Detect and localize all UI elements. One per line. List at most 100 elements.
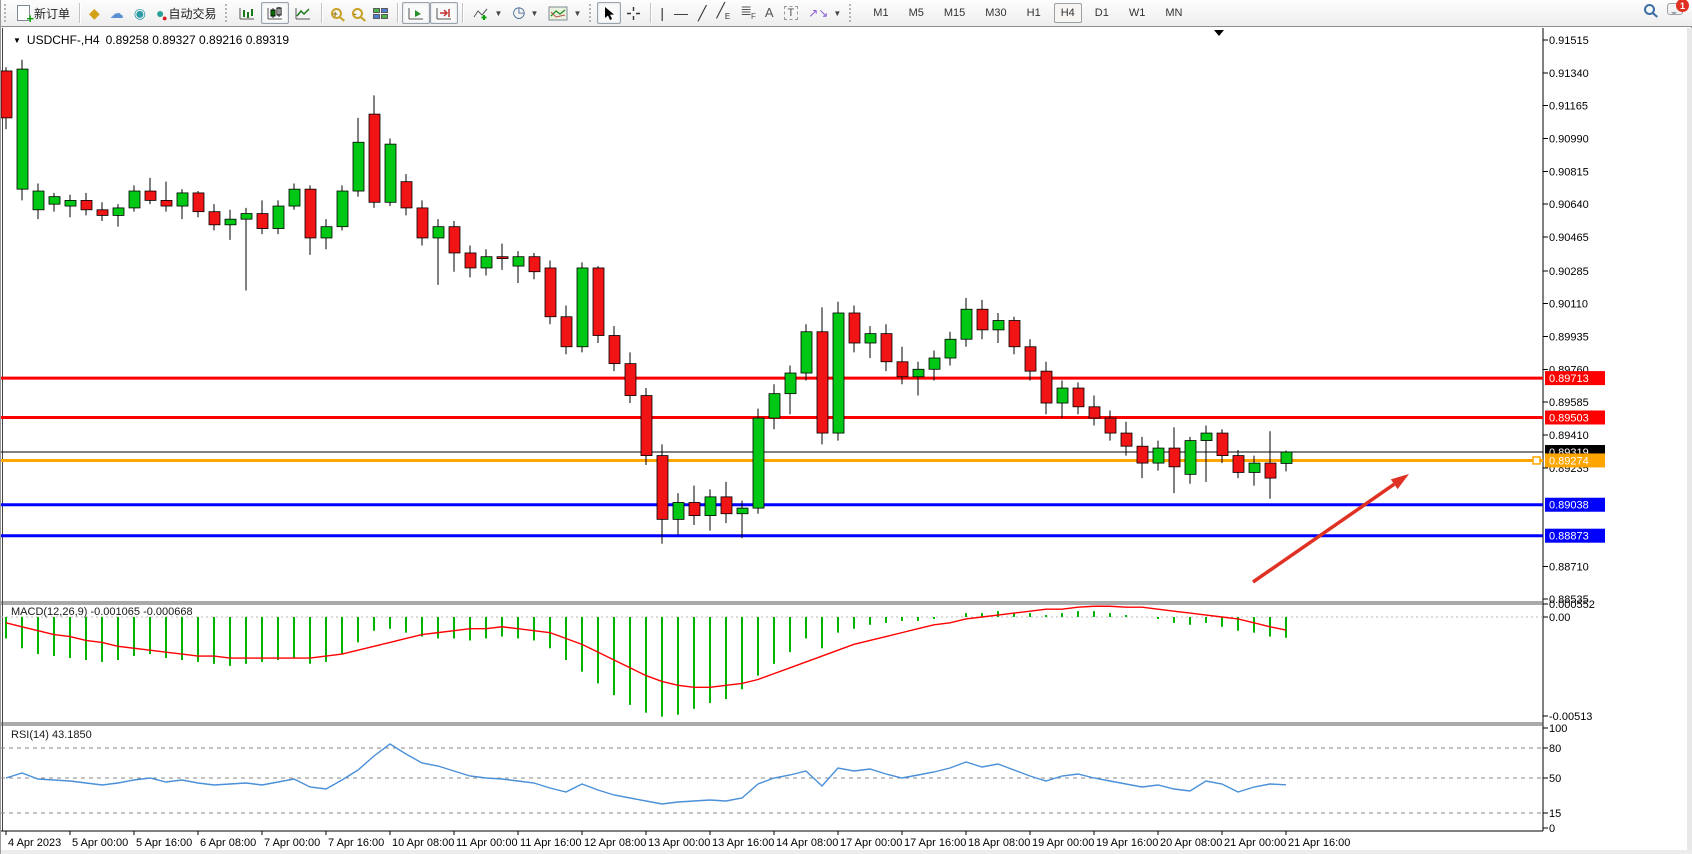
chart-title: ▼ USDCHF-,H4 0.89258 0.89327 0.89216 0.8…	[13, 33, 289, 47]
vertical-line-button[interactable]: |	[655, 2, 669, 24]
toolbar-grip[interactable]	[225, 4, 230, 22]
rsi-axis-label: 0	[1549, 823, 1555, 835]
candle-body	[1, 71, 12, 118]
toolbar-separator	[397, 3, 398, 23]
price-badge-label: 0.89038	[1549, 500, 1589, 512]
date-tick-label: 17 Apr 16:00	[904, 837, 966, 849]
date-tick-label: 11 Apr 00:00	[456, 837, 518, 849]
gem-icon: ◆	[89, 6, 100, 20]
price-tick-label: 0.88710	[1549, 561, 1589, 573]
signals-button[interactable]: ◉	[129, 2, 151, 24]
price-tick-label: 0.91340	[1549, 68, 1589, 80]
date-tick-label: 5 Apr 00:00	[72, 837, 128, 849]
horizontal-line-button[interactable]: —	[669, 2, 693, 24]
channel-button[interactable]: ╱E	[711, 2, 735, 24]
toolbar-grip[interactable]	[4, 4, 9, 22]
zoom-out-button[interactable]: -	[347, 2, 368, 24]
clock-icon: ◷	[512, 6, 525, 20]
chevron-down-icon: ▼	[573, 9, 581, 18]
fibonacci-button[interactable]: ≣F	[735, 2, 760, 24]
timeframe-m15-button[interactable]: M15	[937, 3, 972, 23]
price-tick-label: 0.89585	[1549, 397, 1589, 409]
candle-body	[609, 336, 620, 364]
trendline-button[interactable]: ╱	[693, 2, 711, 24]
price-tick-label: 0.90285	[1549, 266, 1589, 278]
search-icon[interactable]	[1644, 4, 1655, 15]
price-tick-label: 0.89935	[1549, 331, 1589, 343]
chart-window[interactable]: 0.915150.913400.911650.909900.908150.906…	[1, 28, 1692, 854]
candle-body	[417, 208, 428, 238]
timeframe-w1-button[interactable]: W1	[1122, 3, 1153, 23]
timeframe-m30-button[interactable]: M30	[978, 3, 1013, 23]
auto-trading-button[interactable]: ● ● 自动交易	[151, 2, 221, 24]
timeframe-h1-button[interactable]: H1	[1020, 3, 1048, 23]
collapse-triangle-icon[interactable]: ▼	[13, 36, 21, 45]
candle-body	[993, 320, 1004, 329]
date-tick-label: 10 Apr 08:00	[392, 837, 454, 849]
crosshair-button[interactable]	[621, 2, 646, 24]
candle-body	[561, 317, 572, 347]
panel-borders	[1, 28, 1692, 854]
candle-body	[177, 193, 188, 206]
arrows-button[interactable]: ↗↘ ▼	[803, 2, 846, 24]
timeframe-m1-button[interactable]: M1	[866, 3, 895, 23]
date-tick-label: 20 Apr 08:00	[1160, 837, 1222, 849]
timeframe-mn-button[interactable]: MN	[1158, 3, 1189, 23]
chat-icon[interactable]: 1	[1667, 3, 1683, 15]
toolbar-grip[interactable]	[589, 4, 594, 22]
templates-button[interactable]: ▼	[543, 2, 586, 24]
toolbar-separator	[79, 3, 80, 23]
tile-windows-button[interactable]	[368, 2, 393, 24]
candle-body	[657, 456, 668, 520]
line-chart-button[interactable]	[289, 2, 317, 24]
auto-scroll-button[interactable]	[402, 2, 430, 24]
text-label-button[interactable]: T	[779, 2, 804, 24]
indicators-button[interactable]: ▼	[467, 2, 508, 24]
periods-button[interactable]: ◷ ▼	[507, 2, 543, 24]
candle-body	[209, 212, 220, 225]
price-badge-label: 0.89503	[1549, 412, 1589, 424]
bar-chart-button[interactable]	[233, 2, 261, 24]
arrows-icon: ↗↘	[808, 6, 828, 20]
candle-body	[1153, 448, 1164, 463]
timeframe-m5-button[interactable]: M5	[902, 3, 931, 23]
tile-windows-icon	[373, 8, 388, 19]
publish-chart-button[interactable]: ☁	[105, 2, 129, 24]
timeframe-h4-button[interactable]: H4	[1054, 3, 1082, 23]
chart-canvas[interactable]: 0.915150.913400.911650.909900.908150.906…	[1, 28, 1692, 854]
cursor-button[interactable]	[597, 2, 621, 24]
chart-shift-button[interactable]	[430, 2, 458, 24]
candle-body	[737, 508, 748, 514]
chevron-down-icon: ▼	[833, 9, 841, 18]
date-tick-label: 4 Apr 2023	[8, 837, 61, 849]
market-watch-button[interactable]: ◆	[84, 2, 105, 24]
ohlc-values: 0.89258 0.89327 0.89216 0.89319	[106, 33, 290, 47]
candle-body	[945, 339, 956, 358]
text-button[interactable]: A	[760, 2, 779, 24]
timeframe-d1-button[interactable]: D1	[1088, 3, 1116, 23]
candle-body	[1121, 433, 1132, 446]
candle-body	[33, 191, 44, 210]
auto-trading-label: 自动交易	[168, 5, 216, 22]
line-handle[interactable]	[1533, 457, 1540, 464]
candle-body	[497, 257, 508, 259]
new-order-icon	[17, 5, 30, 21]
globe-icon: ● ●	[156, 6, 164, 21]
candle-body	[545, 268, 556, 317]
candle-body	[817, 332, 828, 433]
date-tick-label: 17 Apr 00:00	[840, 837, 902, 849]
price-badge-label: 0.89274	[1549, 455, 1589, 467]
chevron-down-icon: ▼	[531, 9, 539, 18]
macd-axis-label: 0.000552	[1549, 599, 1595, 611]
candle-body	[433, 227, 444, 238]
new-order-button[interactable]: 新订单	[12, 2, 75, 24]
candle-body	[1185, 441, 1196, 475]
candle-body	[1057, 388, 1068, 403]
toolbar-grip[interactable]	[849, 4, 854, 22]
mt4-window: 新订单 ◆ ☁ ◉ ● ● 自动交易	[0, 0, 1692, 854]
cursor-icon	[602, 6, 616, 21]
candlestick-chart-button[interactable]	[261, 2, 289, 24]
zoom-in-button[interactable]: +	[326, 2, 347, 24]
candle-body	[1105, 418, 1116, 433]
price-tick-label: 0.91515	[1549, 35, 1589, 47]
